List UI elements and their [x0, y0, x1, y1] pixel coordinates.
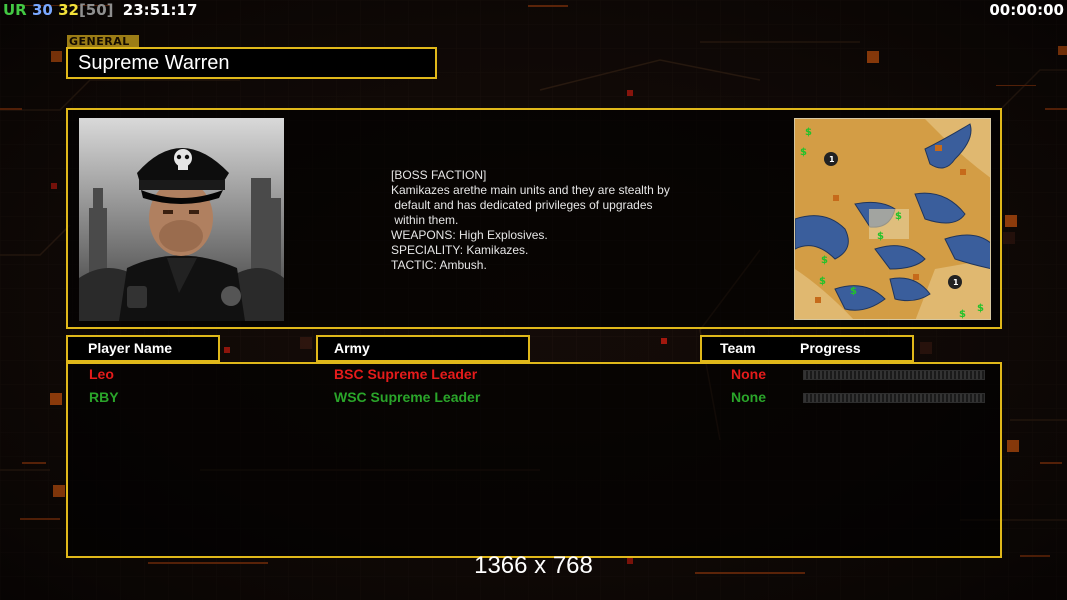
- column-header-team-progress: Team Progress: [700, 335, 914, 362]
- map-marker-cash: $: [821, 255, 828, 266]
- table-row: Leo BSC Supreme Leader None: [68, 366, 1000, 386]
- hud-ur-label: UR: [3, 1, 27, 19]
- description-line: SPECIALITY: Kamikazes.: [391, 243, 529, 257]
- hud-stats: UR 30 32[50] 23:51:17: [3, 1, 197, 19]
- column-header-team: Team: [720, 340, 756, 356]
- map-marker-cash: $: [895, 211, 902, 222]
- hud-bracket-value: [50]: [78, 1, 114, 19]
- general-name: Supreme Warren: [66, 47, 437, 79]
- hud-fps: 30: [31, 1, 53, 19]
- column-header-player-name: Player Name: [66, 335, 220, 362]
- player-list: Leo BSC Supreme Leader None RBY WSC Supr…: [66, 362, 1002, 558]
- table-row: RBY WSC Supreme Leader None: [68, 389, 1000, 409]
- map-marker-cash: $: [977, 303, 984, 314]
- description-line: Kamikazes arethe main units and they are…: [391, 183, 670, 197]
- map-marker-cash: $: [959, 309, 966, 320]
- general-portrait: [79, 118, 284, 321]
- map-marker-cash: $: [850, 286, 857, 297]
- hud-ping: 32: [58, 1, 79, 19]
- player-army: WSC Supreme Leader: [334, 389, 481, 405]
- description-line: TACTIC: Ambush.: [391, 258, 487, 272]
- player-name: RBY: [89, 389, 119, 405]
- player-army: BSC Supreme Leader: [334, 366, 478, 382]
- description-line: default and has dedicated privileges of …: [391, 198, 653, 212]
- player-team: None: [731, 366, 766, 382]
- column-header-army: Army: [316, 335, 530, 362]
- faction-description: [BOSS FACTION] Kamikazes arethe main uni…: [391, 168, 721, 273]
- column-header-progress: Progress: [800, 340, 861, 356]
- description-line: WEAPONS: High Explosives.: [391, 228, 548, 242]
- map-marker-cash: $: [800, 147, 807, 158]
- map-marker-cash: $: [877, 231, 884, 242]
- resolution-label: 1366 x 768: [474, 552, 593, 579]
- desert-map-preview-icon: $ $ $ $ $ $ $ $ $ 1 1: [795, 119, 990, 320]
- player-name: Leo: [89, 366, 114, 382]
- skull-cap-officer-portrait-icon: [79, 118, 284, 321]
- description-line: [BOSS FACTION]: [391, 168, 487, 182]
- player-team: None: [731, 389, 766, 405]
- player-progress-bar: [803, 370, 985, 380]
- hud-clock: 23:51:17: [122, 1, 198, 19]
- hud-timer: 00:00:00: [989, 1, 1064, 19]
- map-marker-cash: $: [805, 127, 812, 138]
- map-marker-cash: $: [819, 276, 826, 287]
- map-preview: $ $ $ $ $ $ $ $ $ 1 1: [794, 118, 991, 320]
- player-progress-bar: [803, 393, 985, 403]
- map-marker-start: 1: [829, 155, 835, 164]
- map-marker-start: 1: [953, 278, 959, 287]
- description-line: within them.: [391, 213, 459, 227]
